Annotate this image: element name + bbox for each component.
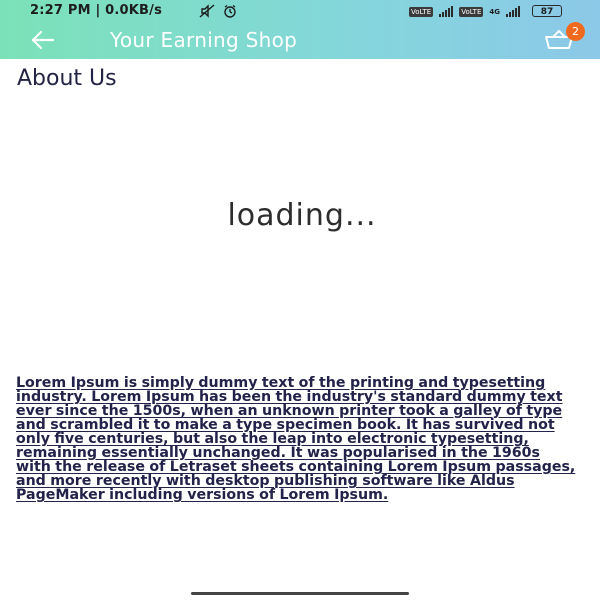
battery-icon: 87 bbox=[532, 5, 562, 17]
page-title: About Us bbox=[17, 66, 117, 91]
app-title: Your Earning Shop bbox=[110, 28, 298, 52]
sim1-badge: VoLTE bbox=[409, 6, 434, 17]
app-header: 2:27 PM | 0.0KB/s VoLTE VoLTE 4G 87 Your… bbox=[0, 0, 600, 59]
cart-count-badge: 2 bbox=[566, 22, 585, 41]
sim2-network: 4G bbox=[489, 7, 500, 16]
status-bar: 2:27 PM | 0.0KB/s VoLTE VoLTE 4G 87 bbox=[0, 0, 600, 22]
sim1-signal-icon bbox=[439, 6, 454, 17]
about-body-text: Lorem Ipsum is simply dummy text of the … bbox=[16, 375, 576, 503]
home-indicator[interactable] bbox=[191, 592, 409, 595]
sim2-badge: VoLTE bbox=[459, 6, 484, 17]
status-time: 2:27 PM | 0.0KB/s bbox=[30, 3, 163, 18]
sim2-signal-icon bbox=[506, 6, 520, 17]
mute-icon bbox=[199, 4, 215, 18]
loading-indicator: loading... bbox=[227, 198, 377, 233]
signal-indicators: VoLTE VoLTE 4G bbox=[409, 5, 520, 18]
alarm-icon bbox=[224, 4, 236, 18]
status-notification-icons bbox=[199, 4, 236, 18]
back-arrow-icon[interactable] bbox=[30, 30, 56, 50]
